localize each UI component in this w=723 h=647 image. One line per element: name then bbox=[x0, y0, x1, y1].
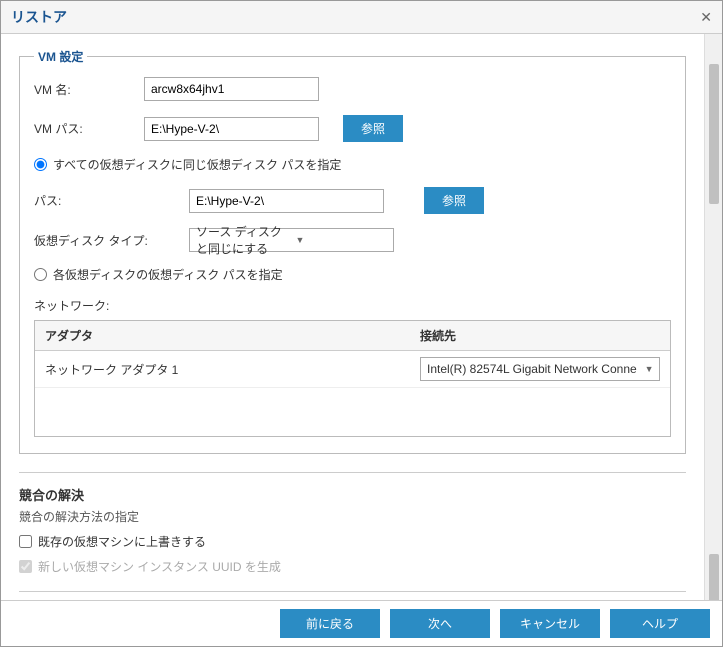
path-label: パス: bbox=[34, 192, 189, 209]
col-dest: 接続先 bbox=[410, 321, 670, 350]
table-header: アダプタ 接続先 bbox=[35, 321, 670, 351]
restore-dialog: リストア ✕ VM 設定 VM 名: VM パス: 参照 すべての仮想ディスクに… bbox=[0, 0, 723, 647]
next-button[interactable]: 次へ bbox=[390, 609, 490, 638]
dest-select[interactable]: Intel(R) 82574L Gigabit Network Conne ▼ bbox=[420, 357, 660, 381]
vdt-label: 仮想ディスク タイプ: bbox=[34, 232, 189, 249]
vm-settings-fieldset: VM 設定 VM 名: VM パス: 参照 すべての仮想ディスクに同じ仮想ディス… bbox=[19, 48, 686, 454]
path-browse-button[interactable]: 参照 bbox=[424, 187, 484, 214]
vm-path-row: VM パス: 参照 bbox=[34, 115, 671, 142]
vm-path-browse-button[interactable]: 参照 bbox=[343, 115, 403, 142]
cancel-button[interactable]: キャンセル bbox=[500, 609, 600, 638]
col-adapter: アダプタ bbox=[35, 321, 410, 350]
table-row: ネットワーク アダプタ 1 Intel(R) 82574L Gigabit Ne… bbox=[35, 351, 670, 388]
radio-each-path-label: 各仮想ディスクの仮想ディスク パスを指定 bbox=[53, 266, 283, 283]
radio-same-path-row: すべての仮想ディスクに同じ仮想ディスク パスを指定 bbox=[34, 156, 671, 173]
uuid-label: 新しい仮想マシン インスタンス UUID を生成 bbox=[38, 558, 281, 575]
network-table: アダプタ 接続先 ネットワーク アダプタ 1 Intel(R) 82574L G… bbox=[34, 320, 671, 437]
conflict-sub: 競合の解決方法の指定 bbox=[19, 508, 686, 525]
radio-each-path[interactable] bbox=[34, 268, 47, 281]
vm-path-label: VM パス: bbox=[34, 120, 144, 137]
adapter-cell: ネットワーク アダプタ 1 bbox=[35, 355, 410, 384]
chevron-down-icon: ▼ bbox=[645, 364, 654, 374]
titlebar: リストア ✕ bbox=[1, 1, 722, 34]
network-label: ネットワーク: bbox=[34, 297, 671, 314]
vm-path-input[interactable] bbox=[144, 117, 319, 141]
vm-name-input[interactable] bbox=[144, 77, 319, 101]
close-icon[interactable]: ✕ bbox=[700, 9, 712, 26]
path-row: パス: 参照 bbox=[34, 187, 671, 214]
scroll-thumb[interactable] bbox=[709, 554, 719, 600]
divider bbox=[19, 591, 686, 592]
radio-each-path-row: 各仮想ディスクの仮想ディスク パスを指定 bbox=[34, 266, 671, 283]
vm-settings-legend: VM 設定 bbox=[34, 48, 87, 65]
help-button[interactable]: ヘルプ bbox=[610, 609, 710, 638]
overwrite-label: 既存の仮想マシンに上書きする bbox=[38, 533, 206, 550]
divider bbox=[19, 472, 686, 473]
chevron-down-icon: ▼ bbox=[296, 235, 388, 245]
conflict-heading: 競合の解決 bbox=[19, 485, 686, 504]
scrollbar[interactable] bbox=[704, 34, 722, 600]
back-button[interactable]: 前に戻る bbox=[280, 609, 380, 638]
dest-cell: Intel(R) 82574L Gigabit Network Conne ▼ bbox=[410, 351, 670, 387]
dialog-title: リストア bbox=[11, 7, 67, 27]
vm-name-row: VM 名: bbox=[34, 77, 671, 101]
vdt-row: 仮想ディスク タイプ: ソース ディスクと同じにする ▼ bbox=[34, 228, 671, 252]
uuid-row: 新しい仮想マシン インスタンス UUID を生成 bbox=[19, 558, 686, 575]
overwrite-row: 既存の仮想マシンに上書きする bbox=[19, 533, 686, 550]
overwrite-checkbox[interactable] bbox=[19, 535, 32, 548]
table-footer bbox=[35, 388, 670, 436]
uuid-checkbox bbox=[19, 560, 32, 573]
dest-value: Intel(R) 82574L Gigabit Network Conne bbox=[427, 362, 637, 376]
vdt-select[interactable]: ソース ディスクと同じにする ▼ bbox=[189, 228, 394, 252]
radio-same-path[interactable] bbox=[34, 158, 47, 171]
radio-same-path-label: すべての仮想ディスクに同じ仮想ディスク パスを指定 bbox=[53, 156, 341, 173]
scroll-thumb[interactable] bbox=[709, 64, 719, 204]
button-bar: 前に戻る 次へ キャンセル ヘルプ bbox=[1, 600, 722, 646]
content: VM 設定 VM 名: VM パス: 参照 すべての仮想ディスクに同じ仮想ディス… bbox=[1, 34, 722, 600]
path-input[interactable] bbox=[189, 189, 384, 213]
scroll-area: VM 設定 VM 名: VM パス: 参照 すべての仮想ディスクに同じ仮想ディス… bbox=[1, 34, 704, 600]
vm-name-label: VM 名: bbox=[34, 81, 144, 98]
vdt-value: ソース ディスクと同じにする bbox=[196, 223, 288, 257]
